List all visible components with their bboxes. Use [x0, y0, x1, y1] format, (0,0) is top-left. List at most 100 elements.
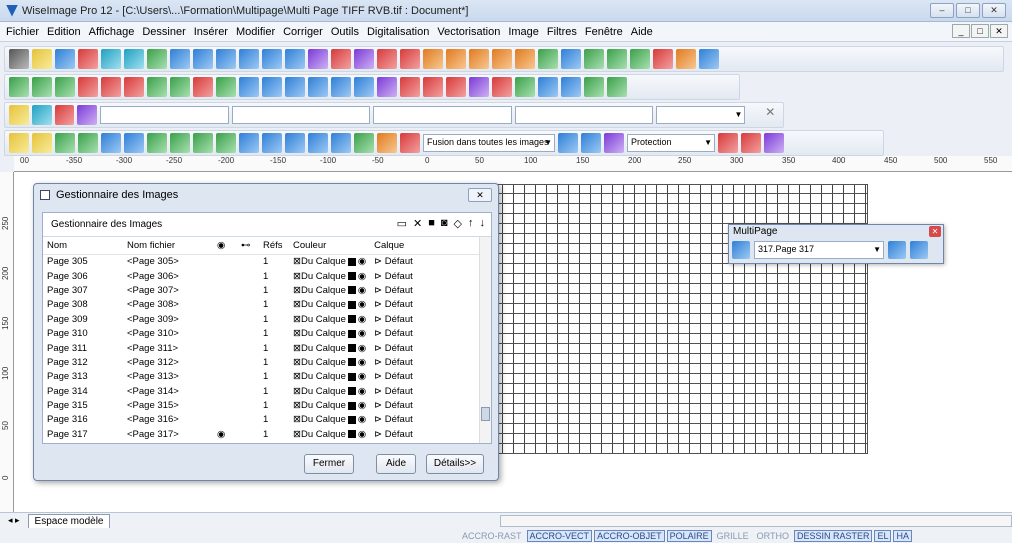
row-calque[interactable]: ⊳ Défaut: [370, 413, 479, 427]
row-couleur[interactable]: ⊠Du Calque ◉: [289, 326, 370, 340]
col-nom[interactable]: Nom: [43, 237, 123, 255]
menu-corriger[interactable]: Corriger: [283, 26, 323, 38]
minimize-button[interactable]: –: [930, 3, 954, 18]
row-visibility[interactable]: [213, 298, 237, 312]
table-scrollbar[interactable]: [479, 237, 491, 443]
table-row[interactable]: Page 305 <Page 305> 1 ⊠Du Calque ◉ ⊳ Défaut: [43, 255, 479, 269]
triangle-tool-icon[interactable]: [354, 133, 374, 153]
remove-from-selection-icon[interactable]: [538, 77, 558, 97]
menu-filtres[interactable]: Filtres: [547, 26, 577, 38]
select-blob-icon[interactable]: [170, 77, 190, 97]
row-visibility[interactable]: [213, 283, 237, 297]
row-calque[interactable]: ⊳ Défaut: [370, 355, 479, 369]
sheet-tool-icon[interactable]: [377, 133, 397, 153]
zoom-extents-icon[interactable]: [285, 49, 305, 69]
point-icon[interactable]: [584, 49, 604, 69]
select-remove-icon[interactable]: [55, 77, 75, 97]
col-visibility[interactable]: ◉: [213, 237, 237, 255]
cross-tool-icon[interactable]: [331, 133, 351, 153]
layer-image-icon[interactable]: ◇: [454, 217, 462, 230]
save-image-icon[interactable]: ■: [428, 217, 435, 230]
select-region-icon[interactable]: [9, 77, 29, 97]
col-link[interactable]: ⊷: [237, 237, 259, 255]
circle-icon[interactable]: [423, 49, 443, 69]
table-row[interactable]: Page 311 <Page 311> 1 ⊠Du Calque ◉ ⊳ Défaut: [43, 341, 479, 355]
leader-icon[interactable]: [193, 133, 213, 153]
row-calque[interactable]: ⊳ Défaut: [370, 312, 479, 326]
curve-icon[interactable]: [492, 49, 512, 69]
menu-aide[interactable]: Aide: [631, 26, 653, 38]
row-couleur[interactable]: ⊠Du Calque ◉: [289, 269, 370, 283]
menu-image[interactable]: Image: [508, 26, 539, 38]
horizontal-scrollbar[interactable]: [500, 515, 1012, 527]
lineweight-combo[interactable]: [514, 106, 654, 124]
previous-page-icon[interactable]: [888, 241, 906, 259]
table-icon[interactable]: [101, 133, 121, 153]
row-couleur[interactable]: ⊠Du Calque ◉: [289, 355, 370, 369]
select-next-icon[interactable]: [607, 77, 627, 97]
erase-icon[interactable]: [78, 133, 98, 153]
text-block-icon[interactable]: [239, 133, 259, 153]
cut-icon[interactable]: [308, 49, 328, 69]
table-row[interactable]: Page 306 <Page 306> 1 ⊠Du Calque ◉ ⊳ Défaut: [43, 269, 479, 283]
protection-combo[interactable]: Protection ▼: [627, 134, 715, 152]
row-couleur[interactable]: ⊠Du Calque ◉: [289, 255, 370, 269]
delete-icon[interactable]: [331, 49, 351, 69]
row-calque[interactable]: ⊳ Défaut: [370, 384, 479, 398]
table-row[interactable]: Page 312 <Page 312> 1 ⊠Du Calque ◉ ⊳ Défaut: [43, 355, 479, 369]
select-previous-icon[interactable]: [584, 77, 604, 97]
select-circle-icon[interactable]: [147, 77, 167, 97]
align-bottom-icon[interactable]: [558, 133, 578, 153]
clear-icon[interactable]: ✕: [765, 105, 779, 125]
select-polygon-icon[interactable]: [285, 77, 305, 97]
row-calque[interactable]: ⊳ Défaut: [370, 341, 479, 355]
status-ortho[interactable]: ORTHO: [754, 530, 792, 542]
copy-icon[interactable]: [748, 105, 762, 125]
col-calque[interactable]: Calque: [370, 237, 479, 255]
select-arc-icon[interactable]: [124, 77, 144, 97]
hatch-fill-icon[interactable]: [170, 133, 190, 153]
select-window-icon[interactable]: [239, 77, 259, 97]
zoom-icon[interactable]: [170, 49, 190, 69]
eye-icon[interactable]: ◉: [358, 314, 366, 325]
status-el[interactable]: EL: [874, 529, 892, 542]
select-line-icon[interactable]: [78, 77, 98, 97]
select-text-icon[interactable]: [331, 77, 351, 97]
mdi-minimize-button[interactable]: _: [952, 24, 970, 38]
eye-icon[interactable]: ◉: [358, 429, 366, 440]
menu-inserer[interactable]: Insérer: [194, 26, 228, 38]
eye-icon[interactable]: ◉: [358, 285, 366, 296]
zoom-window-icon[interactable]: [262, 49, 282, 69]
table-row[interactable]: Page 314 <Page 314> 1 ⊠Du Calque ◉ ⊳ Défaut: [43, 384, 479, 398]
row-visibility[interactable]: [213, 384, 237, 398]
delete-image-icon[interactable]: ✕: [413, 217, 422, 230]
row-calque[interactable]: ⊳ Défaut: [370, 283, 479, 297]
undo-icon[interactable]: [101, 49, 121, 69]
fusion-combo[interactable]: Fusion dans toutes les images ▼: [423, 134, 555, 152]
fill-icon[interactable]: [607, 49, 627, 69]
status-accro-objet[interactable]: ACCRO-OBJET: [594, 529, 665, 542]
select-contour-icon[interactable]: [216, 77, 236, 97]
despeckle-icon[interactable]: [32, 133, 52, 153]
status-polaire[interactable]: POLAIRE: [666, 529, 712, 542]
eye-icon[interactable]: ◉: [358, 357, 366, 368]
select-crossing-icon[interactable]: [262, 77, 282, 97]
row-couleur[interactable]: ⊠Du Calque ◉: [289, 427, 370, 441]
new-file-icon[interactable]: [9, 49, 29, 69]
table-row[interactable]: Page 313 <Page 313> 1 ⊠Du Calque ◉ ⊳ Défaut: [43, 370, 479, 384]
layer-combo[interactable]: [100, 106, 229, 124]
select-add-icon[interactable]: [32, 77, 52, 97]
table-row[interactable]: Page 307 <Page 307> 1 ⊠Du Calque ◉ ⊳ Défaut: [43, 283, 479, 297]
row-couleur[interactable]: ⊠Du Calque ◉: [289, 283, 370, 297]
row-visibility[interactable]: [213, 269, 237, 283]
layer-manager-icon[interactable]: [9, 105, 29, 125]
menu-modifier[interactable]: Modifier: [236, 26, 275, 38]
next-page-icon[interactable]: [910, 241, 928, 259]
row-visibility[interactable]: [213, 370, 237, 384]
menu-dessiner[interactable]: Dessiner: [142, 26, 185, 38]
row-visibility[interactable]: ◉: [213, 427, 237, 441]
menu-fenetre[interactable]: Fenêtre: [585, 26, 623, 38]
select-all-icon[interactable]: [446, 77, 466, 97]
style-combo[interactable]: ▼: [656, 106, 746, 124]
warning-tool-icon[interactable]: [400, 133, 420, 153]
